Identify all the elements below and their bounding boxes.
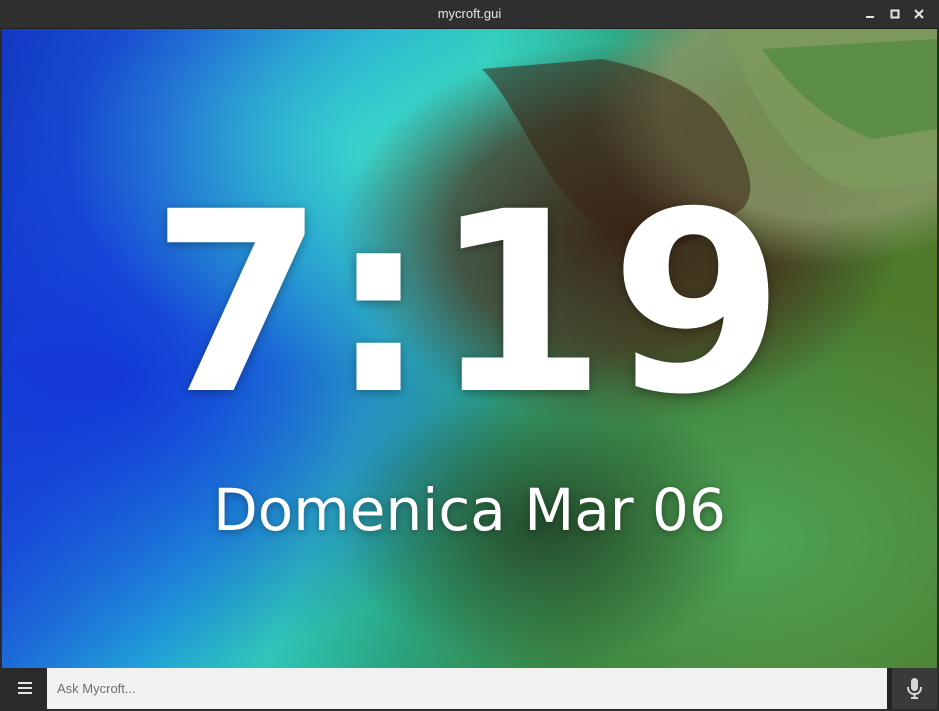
maximize-icon [890,9,900,19]
menu-button[interactable] [2,668,47,709]
homescreen: 7:19 Domenica Mar 06 [2,29,937,668]
hamburger-menu-icon [18,682,32,694]
close-icon [914,9,924,19]
maximize-button[interactable] [887,6,903,22]
app-window: mycroft.gui 7:19 Domenica Mar 06 Ask Myc… [0,0,939,711]
microphone-icon [907,678,922,699]
title-bar[interactable]: mycroft.gui [0,0,939,29]
minimize-icon [866,16,874,18]
close-button[interactable] [911,6,927,22]
clock-time: 7:19 [150,158,789,449]
bottom-bar [2,668,937,709]
microphone-button[interactable] [892,668,937,709]
window-title: mycroft.gui [437,6,502,21]
minimize-button[interactable] [862,6,878,22]
clock-date: Domenica Mar 06 [213,476,726,544]
ask-input[interactable] [47,668,887,709]
